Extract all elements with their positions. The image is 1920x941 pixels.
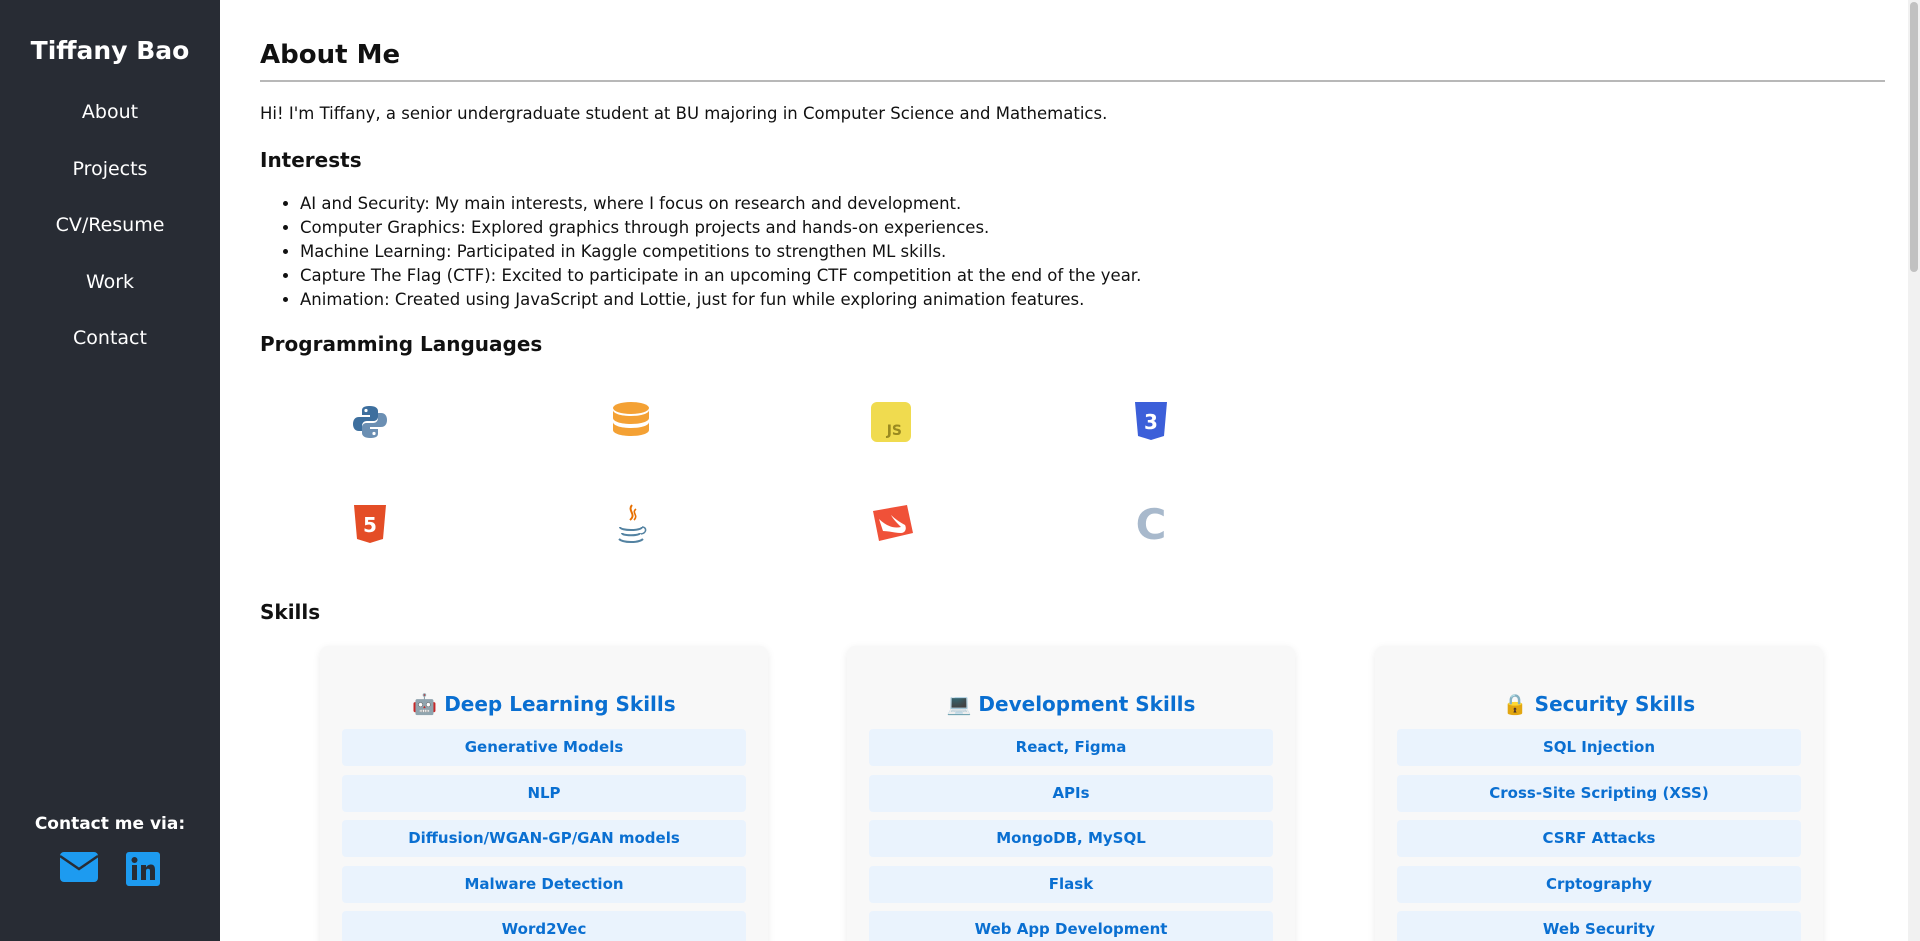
contact-links [59, 852, 160, 890]
card-title: 🔒 Security Skills [1375, 692, 1823, 716]
skill-item: APIs [869, 774, 1273, 812]
list-item: Animation: Created using JavaScript and … [300, 288, 1141, 312]
linkedin-icon[interactable] [126, 852, 160, 890]
skill-item: Malware Detection [342, 865, 746, 903]
page-title: About Me [260, 40, 401, 70]
title-divider [260, 80, 1885, 82]
languages-heading: Programming Languages [260, 332, 543, 356]
main-content: About Me Hi! I'm Tiffany, a senior under… [260, 0, 1885, 941]
robot-icon: 🤖 [412, 692, 438, 716]
skill-item: Flask [869, 865, 1273, 903]
list-item: Computer Graphics: Explored graphics thr… [300, 216, 1141, 240]
card-title-text: Development Skills [978, 692, 1196, 716]
email-icon[interactable] [59, 852, 99, 890]
nav-item-cv-resume[interactable]: CV/Resume [0, 205, 220, 262]
nav-item-about[interactable]: About [0, 92, 220, 149]
intro-text: Hi! I'm Tiffany, a senior undergraduate … [260, 104, 1108, 123]
skill-item: Web Security [1397, 911, 1801, 941]
site-name: Tiffany Bao [30, 36, 190, 65]
java-icon [601, 495, 661, 555]
nav-item-contact[interactable]: Contact [0, 318, 220, 375]
skill-item: Web App Development [869, 911, 1273, 941]
contact-label: Contact me via: [34, 814, 186, 834]
svg-text:JS: JS [886, 423, 902, 439]
svg-text:3: 3 [1144, 410, 1158, 434]
sidebar-nav: About Projects CV/Resume Work Contact [0, 92, 220, 375]
sidebar: Tiffany Bao About Projects CV/Resume Wor… [0, 0, 220, 941]
skill-item: Word2Vec [342, 911, 746, 941]
skill-item: Diffusion/WGAN-GP/GAN models [342, 820, 746, 857]
list-item: Machine Learning: Participated in Kaggle… [300, 240, 1141, 264]
skill-item: SQL Injection [1397, 729, 1801, 766]
list-item: Capture The Flag (CTF): Excited to parti… [300, 264, 1141, 288]
skill-list: SQL Injection Cross-Site Scripting (XSS)… [1397, 729, 1801, 941]
c-language-icon: C [1121, 495, 1181, 555]
skill-item: Generative Models [342, 729, 746, 766]
skill-list: Generative Models NLP Diffusion/WGAN-GP/… [342, 729, 746, 941]
lock-icon: 🔒 [1502, 692, 1528, 716]
skill-card-development: 💻 Development Skills React, Figma APIs M… [847, 646, 1295, 941]
card-title-text: Security Skills [1534, 692, 1696, 716]
svg-text:5: 5 [363, 513, 377, 537]
svg-text:C: C [1136, 503, 1167, 547]
interests-list: AI and Security: My main interests, wher… [260, 192, 1141, 312]
skill-card-security: 🔒 Security Skills SQL Injection Cross-Si… [1375, 646, 1823, 941]
skills-heading: Skills [260, 600, 321, 624]
card-title: 🤖 Deep Learning Skills [320, 692, 768, 716]
laptop-icon: 💻 [946, 692, 972, 716]
skill-item: Crptography [1397, 865, 1801, 903]
javascript-icon: JS [861, 392, 921, 452]
interests-heading: Interests [260, 148, 362, 172]
skill-item: Cross-Site Scripting (XSS) [1397, 774, 1801, 812]
card-title-text: Deep Learning Skills [444, 692, 676, 716]
skill-item: React, Figma [869, 729, 1273, 766]
html5-icon: 5 [340, 495, 400, 555]
list-item: AI and Security: My main interests, wher… [300, 192, 1141, 216]
scrollbar-thumb[interactable] [1910, 2, 1918, 272]
python-icon [340, 392, 400, 452]
skill-item: MongoDB, MySQL [869, 820, 1273, 857]
css3-icon: 3 [1121, 392, 1181, 452]
skill-card-deep-learning: 🤖 Deep Learning Skills Generative Models… [320, 646, 768, 941]
skill-item: NLP [342, 774, 746, 812]
card-title: 💻 Development Skills [847, 692, 1295, 716]
nav-item-work[interactable]: Work [0, 262, 220, 319]
vertical-scrollbar[interactable] [1908, 0, 1920, 941]
skill-list: React, Figma APIs MongoDB, MySQL Flask W… [869, 729, 1273, 941]
language-grid: JS 3 5 C [340, 392, 1380, 580]
database-icon [601, 392, 661, 452]
nav-item-projects[interactable]: Projects [0, 149, 220, 206]
skill-item: CSRF Attacks [1397, 820, 1801, 857]
swift-icon [861, 495, 921, 555]
skills-cards: 🤖 Deep Learning Skills Generative Models… [320, 646, 1823, 941]
